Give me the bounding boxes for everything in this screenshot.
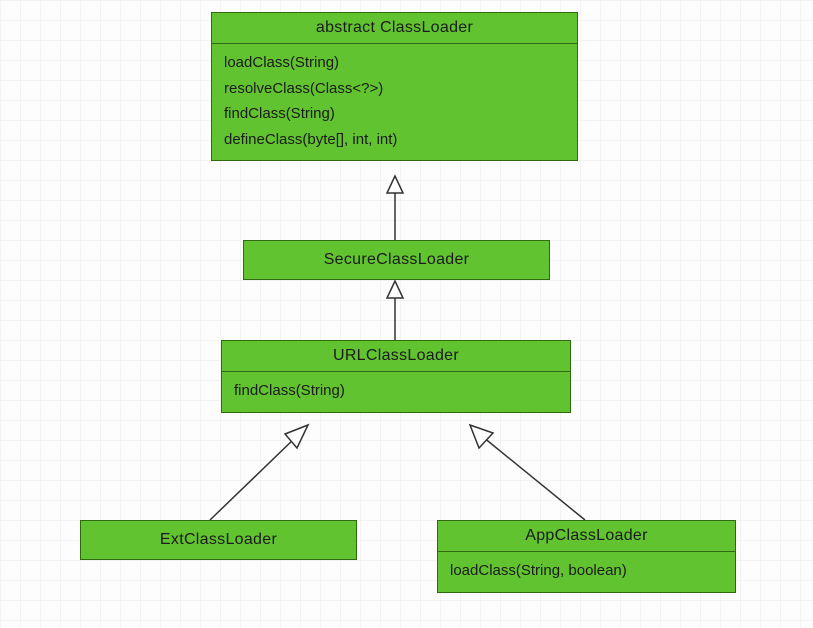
class-app-classloader: AppClassLoader loadClass(String, boolean… [437,520,736,593]
class-ext-classloader: ExtClassLoader [80,520,357,560]
class-title: ExtClassLoader [81,521,356,559]
class-methods: findClass(String) [222,372,570,412]
class-abstract-classloader: abstract ClassLoader loadClass(String) r… [211,12,578,161]
arrow-ext-to-url [210,425,308,520]
class-url-classloader: URLClassLoader findClass(String) [221,340,571,413]
class-method: resolveClass(Class<?>) [224,76,567,102]
class-methods: loadClass(String, boolean) [438,552,735,592]
class-method: defineClass(byte[], int, int) [224,127,567,153]
class-method: loadClass(String) [224,50,567,76]
arrow-secure-to-abstract [387,176,403,240]
class-secure-classloader: SecureClassLoader [243,240,550,280]
class-method: findClass(String) [234,378,560,404]
arrow-url-to-secure [387,281,403,340]
class-title: AppClassLoader [438,521,735,551]
class-title: abstract ClassLoader [212,13,577,43]
class-method: loadClass(String, boolean) [450,558,725,584]
class-title: URLClassLoader [222,341,570,371]
class-method: findClass(String) [224,101,567,127]
arrow-app-to-url [470,425,585,520]
class-methods: loadClass(String) resolveClass(Class<?>)… [212,44,577,160]
class-title: SecureClassLoader [244,241,549,279]
